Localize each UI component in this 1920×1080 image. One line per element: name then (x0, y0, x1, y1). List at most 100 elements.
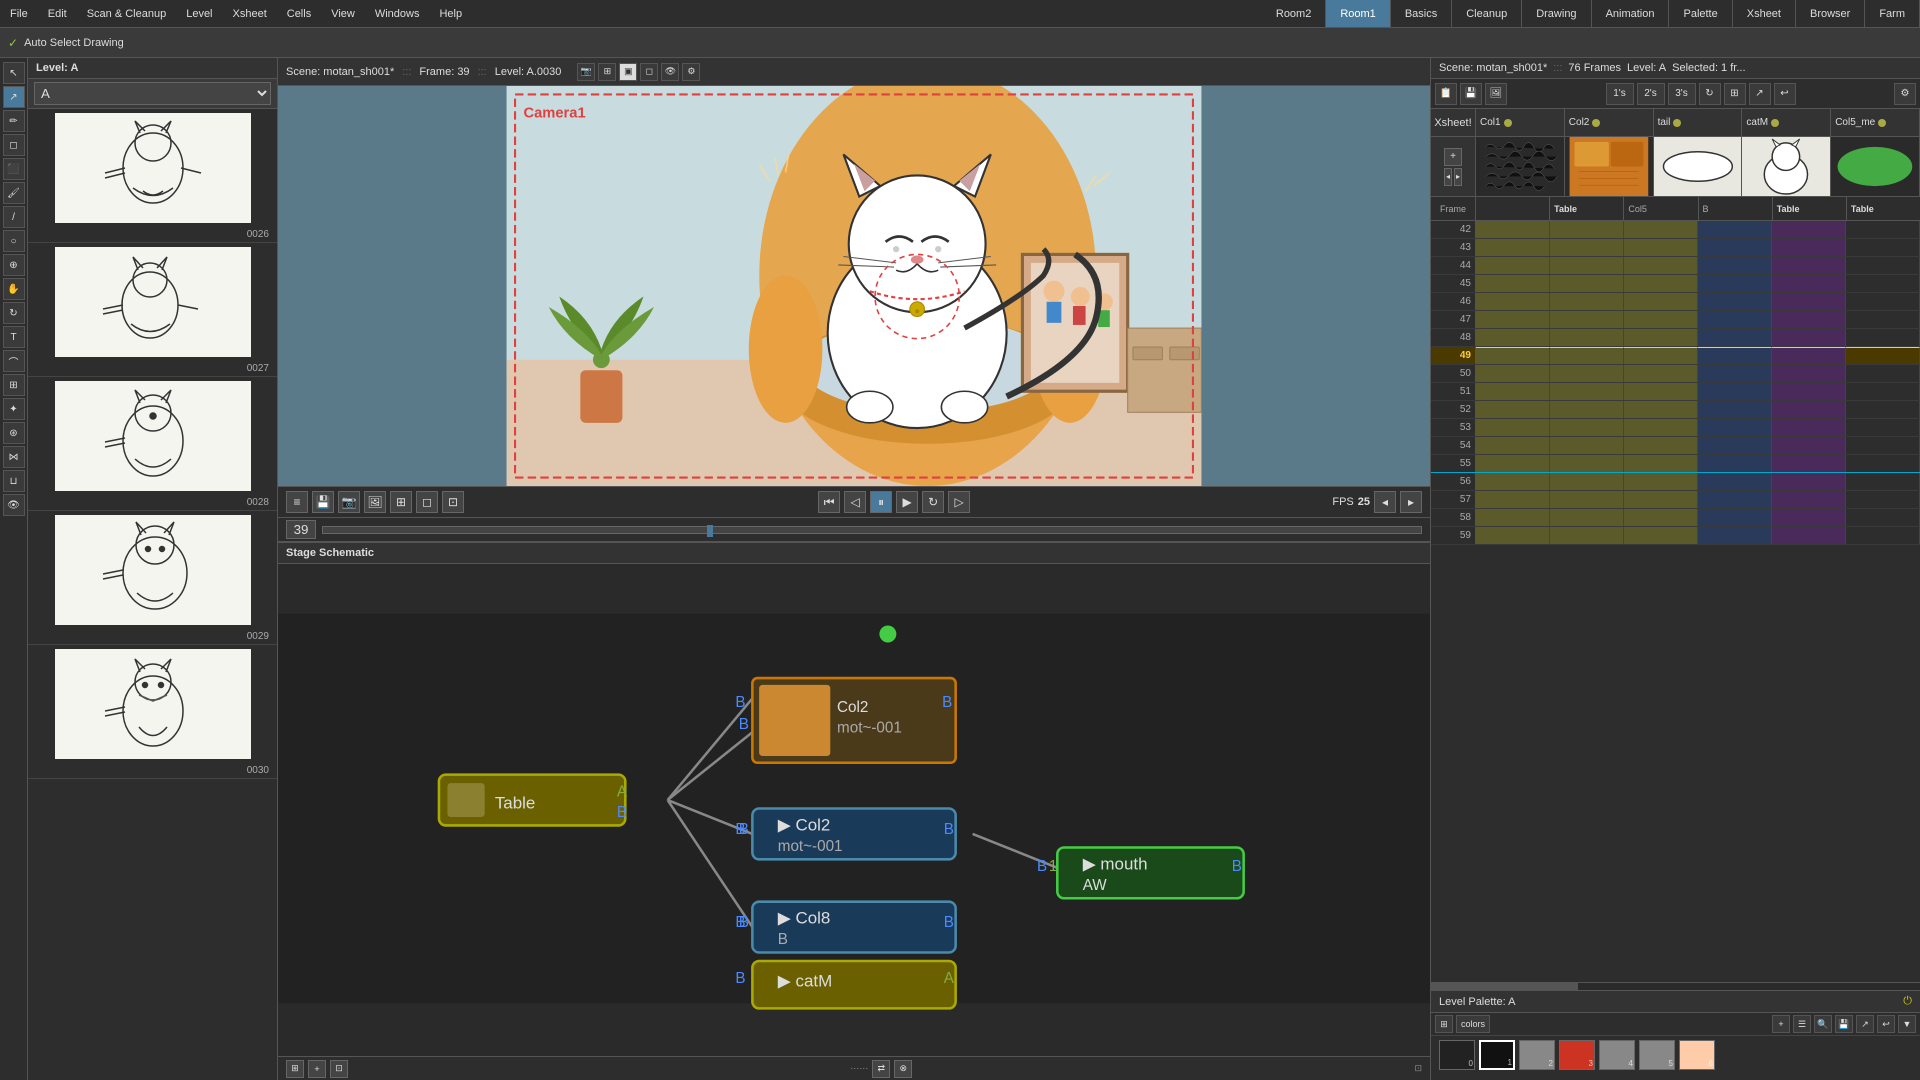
cell-56-3[interactable] (1624, 473, 1698, 490)
cell-47-2[interactable] (1550, 311, 1624, 328)
col-header-col5me[interactable]: Col5_me (1831, 109, 1920, 136)
level-dropdown[interactable]: A (28, 79, 277, 109)
fullscreen-off[interactable]: ◻ (416, 491, 438, 513)
cell-50-5[interactable] (1772, 365, 1846, 382)
loop-btn[interactable]: ↻ (922, 491, 944, 513)
cell-54-1[interactable] (1476, 437, 1550, 454)
frame-thumb-28[interactable]: 0028 (28, 377, 277, 511)
frame-thumb-29[interactable]: 0029 (28, 511, 277, 645)
fullscreen-on[interactable]: ⊡ (442, 491, 464, 513)
cell-51-6[interactable] (1846, 383, 1920, 400)
grid-icon[interactable]: ⊞ (598, 63, 616, 81)
menu-icon[interactable]: ≡ (286, 491, 308, 513)
cell-44-4[interactable] (1698, 257, 1772, 274)
swatch-0[interactable]: 0 (1439, 1040, 1475, 1070)
cell-52-3[interactable] (1624, 401, 1698, 418)
cell-58-1[interactable] (1476, 509, 1550, 526)
cell-57-1[interactable] (1476, 491, 1550, 508)
room-tab-room2[interactable]: Room2 (1262, 0, 1326, 27)
cell-54-6[interactable] (1846, 437, 1920, 454)
cell-49-4[interactable] (1698, 347, 1772, 364)
cell-49-6[interactable] (1846, 347, 1920, 364)
frame-thumb-27[interactable]: 0027 (28, 243, 277, 377)
tool-paint[interactable]: 🖌 (3, 182, 25, 204)
cell-44-3[interactable] (1624, 257, 1698, 274)
cell-53-1[interactable] (1476, 419, 1550, 436)
cell-42-5[interactable] (1772, 221, 1846, 238)
cell-47-5[interactable] (1772, 311, 1846, 328)
cell-53-5[interactable] (1772, 419, 1846, 436)
cell-51-1[interactable] (1476, 383, 1550, 400)
menu-view[interactable]: View (321, 4, 365, 24)
room-tab-room1[interactable]: Room1 (1326, 0, 1390, 27)
cell-55-6[interactable] (1846, 455, 1920, 472)
cell-43-2[interactable] (1550, 239, 1624, 256)
scroll-left[interactable]: ◂ (1444, 168, 1452, 186)
cell-56-6[interactable] (1846, 473, 1920, 490)
cell-52-1[interactable] (1476, 401, 1550, 418)
render-icon[interactable]: ⊞ (1724, 83, 1746, 105)
cell-59-5[interactable] (1772, 527, 1846, 544)
tool-eye[interactable]: 👁 (3, 494, 25, 516)
tool-plastic[interactable]: ⋈ (3, 446, 25, 468)
cell-46-1[interactable] (1476, 293, 1550, 310)
cell-46-4[interactable] (1698, 293, 1772, 310)
fps-inc[interactable]: ▸ (1400, 491, 1422, 513)
cell-57-2[interactable] (1550, 491, 1624, 508)
cell-48-5[interactable] (1772, 329, 1846, 346)
cell-50-4[interactable] (1698, 365, 1772, 382)
cell-59-1[interactable] (1476, 527, 1550, 544)
menu-xsheet[interactable]: Xsheet (223, 4, 277, 24)
col-header-col2[interactable]: Col2 (1565, 109, 1654, 136)
cell-46-5[interactable] (1772, 293, 1846, 310)
cell-43-1[interactable] (1476, 239, 1550, 256)
play-btn[interactable]: ▶ (896, 491, 918, 513)
xsheet-copy[interactable]: 📋 (1435, 83, 1457, 105)
view-icon[interactable]: 👁 (661, 63, 679, 81)
step-fwd[interactable]: ▷ (948, 491, 970, 513)
palette-grid-icon[interactable]: ⊞ (1435, 1015, 1453, 1033)
cell-55-5[interactable] (1772, 455, 1846, 472)
palette-menu[interactable]: ▼ (1898, 1015, 1916, 1033)
cell-54-3[interactable] (1624, 437, 1698, 454)
cell-54-4[interactable] (1698, 437, 1772, 454)
room-tab-basics[interactable]: Basics (1391, 0, 1452, 27)
room-tab-drawing[interactable]: Drawing (1522, 0, 1591, 27)
cell-52-2[interactable] (1550, 401, 1624, 418)
menu-windows[interactable]: Windows (365, 4, 430, 24)
cell-49-1[interactable] (1476, 347, 1550, 364)
cell-46-2[interactable] (1550, 293, 1624, 310)
tool-skeleton[interactable]: ✦ (3, 398, 25, 420)
menu-file[interactable]: File (0, 4, 38, 24)
cell-43-6[interactable] (1846, 239, 1920, 256)
xsheet-save[interactable]: 💾 (1460, 83, 1482, 105)
cell-58-4[interactable] (1698, 509, 1772, 526)
swatch-4[interactable]: 4 (1599, 1040, 1635, 1070)
frame-number-input[interactable] (286, 520, 316, 539)
add-col-btn[interactable]: + (1444, 148, 1462, 166)
cell-56-1[interactable] (1476, 473, 1550, 490)
color-icon[interactable]: ▣ (619, 63, 637, 81)
cell-57-4[interactable] (1698, 491, 1772, 508)
cell-57-3[interactable] (1624, 491, 1698, 508)
cell-53-6[interactable] (1846, 419, 1920, 436)
timing-1s[interactable]: 1's (1606, 83, 1634, 105)
cell-50-3[interactable] (1624, 365, 1698, 382)
cell-48-4[interactable] (1698, 329, 1772, 346)
cell-55-3[interactable] (1624, 455, 1698, 472)
cell-56-4[interactable] (1698, 473, 1772, 490)
compare-icon[interactable]: ⊞ (390, 491, 412, 513)
swatch-1[interactable]: 1 (1479, 1040, 1515, 1070)
tool-eraser[interactable]: ◻ (3, 134, 25, 156)
flip-icon[interactable]: ⊗ (894, 1060, 912, 1078)
tool-transform[interactable]: ⊞ (3, 374, 25, 396)
xsheet-btn-label[interactable]: Xsheet! (1431, 109, 1476, 136)
palette-export[interactable]: ↗ (1856, 1015, 1874, 1033)
cell-42-3[interactable] (1624, 221, 1698, 238)
save-icon[interactable]: 💾 (312, 491, 334, 513)
cell-42-2[interactable] (1550, 221, 1624, 238)
step-back[interactable]: ◁ (844, 491, 866, 513)
cell-44-2[interactable] (1550, 257, 1624, 274)
cell-48-3[interactable] (1624, 329, 1698, 346)
cell-56-5[interactable] (1772, 473, 1846, 490)
